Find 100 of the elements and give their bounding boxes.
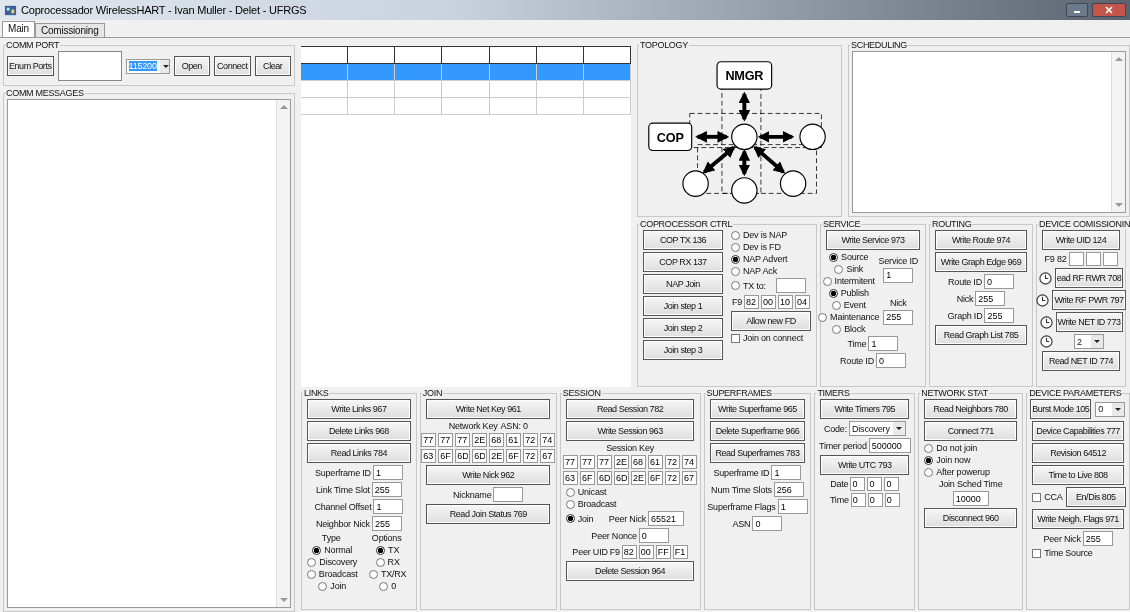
input-field[interactable]: 0	[752, 516, 783, 531]
command-button[interactable]: Read Graph List 785	[934, 325, 1028, 345]
radio-button[interactable]: RX	[373, 557, 400, 567]
input-field[interactable]	[493, 487, 524, 502]
radio-button[interactable]: Dev is NAP	[729, 230, 787, 240]
hex-field[interactable]: 77	[597, 455, 613, 469]
command-button[interactable]: Disconnect 960	[924, 508, 1018, 528]
hex-field[interactable]: 82	[621, 545, 637, 559]
hex-field[interactable]: 77	[563, 455, 579, 469]
hex-field[interactable]: 10	[778, 295, 794, 309]
input-field[interactable]: 1	[373, 499, 404, 514]
input-field[interactable]: 1	[868, 336, 899, 351]
command-button[interactable]: Enum Ports	[7, 56, 54, 76]
dropdown[interactable]: 2	[1074, 334, 1104, 349]
radio-button[interactable]: Maintenance	[816, 312, 880, 322]
scrollbar[interactable]	[1111, 52, 1125, 212]
command-button[interactable]: Write Graph Edge 969	[934, 252, 1028, 272]
dropdown[interactable]: Discovery	[849, 421, 906, 436]
tab[interactable]: Comissioning	[34, 23, 105, 37]
command-button[interactable]: Read NET ID 774	[1041, 351, 1121, 371]
command-button[interactable]: Delete Superframe 966	[709, 421, 806, 441]
checkbox[interactable]: Join on connect	[729, 333, 804, 343]
checkbox[interactable]: CCA	[1030, 492, 1063, 502]
hex-field[interactable]: 2E	[631, 471, 647, 485]
hex-field[interactable]: 2E	[472, 433, 488, 447]
radio-button[interactable]: Unicast	[563, 487, 607, 497]
hex-field[interactable]: 74	[682, 455, 698, 469]
hex-field[interactable]: 04	[795, 295, 811, 309]
hex-field[interactable]: 77	[455, 433, 471, 447]
hex-field[interactable]: 2E	[489, 449, 505, 463]
input-field[interactable]: 256	[773, 482, 804, 497]
data-grid[interactable]	[301, 46, 631, 387]
hex-field[interactable]	[1102, 252, 1118, 266]
command-button[interactable]: Write RF PWR 797	[1052, 290, 1126, 310]
hex-field[interactable]: 6D	[597, 471, 613, 485]
hex-field[interactable]: 77	[438, 433, 454, 447]
command-button[interactable]: Write UID 124	[1041, 230, 1121, 250]
command-button[interactable]: Write Route 974	[934, 230, 1028, 250]
hex-field[interactable]: 82	[744, 295, 760, 309]
hex-field[interactable]: 77	[421, 433, 437, 447]
hex-field[interactable]: 00	[638, 545, 654, 559]
command-button[interactable]: Open	[173, 56, 210, 76]
radio-button[interactable]: Do not join	[922, 443, 978, 453]
hex-field[interactable]	[1068, 252, 1084, 266]
radio-button[interactable]: Block	[830, 324, 866, 334]
command-button[interactable]: Read Session 782	[566, 399, 694, 419]
hex-field[interactable]: 72	[523, 449, 539, 463]
input-field[interactable]: 1	[372, 465, 403, 480]
hex-field[interactable]: 61	[648, 455, 664, 469]
command-button[interactable]: Write Service 973	[825, 230, 921, 250]
input-field[interactable]: 500000	[868, 438, 911, 453]
command-button[interactable]: Time to Live 808	[1032, 465, 1125, 485]
input-field[interactable]: 1	[777, 499, 808, 514]
hex-field[interactable]	[1085, 252, 1101, 266]
command-button[interactable]: Connect 771	[924, 421, 1018, 441]
command-button[interactable]: Allow new FD	[730, 311, 812, 331]
port-list[interactable]	[57, 51, 122, 81]
input-field[interactable]: 0	[875, 353, 906, 368]
input-field[interactable]: 1	[883, 267, 914, 283]
tab[interactable]: Main	[2, 21, 35, 37]
input-field[interactable]: 255	[1082, 531, 1113, 546]
hex-field[interactable]: 6D	[455, 449, 471, 463]
input-field[interactable]: 0	[983, 274, 1014, 289]
hex-field[interactable]: 6F	[506, 449, 522, 463]
command-button[interactable]: Join step 2	[642, 318, 724, 338]
input-field[interactable]: 1	[771, 465, 802, 480]
radio-button[interactable]: Event	[829, 300, 866, 310]
command-button[interactable]: Read Join Status 769	[426, 504, 551, 524]
command-button[interactable]: Read Neighbors 780	[924, 399, 1018, 419]
command-button[interactable]: Write Superframe 965	[709, 399, 806, 419]
radio-button[interactable]: TX to:	[729, 280, 766, 291]
grid-row[interactable]	[301, 98, 631, 115]
hex-field[interactable]: 67	[682, 471, 698, 485]
radio-button[interactable]: TX/RX	[366, 569, 407, 579]
input-field[interactable]: 255	[883, 309, 914, 325]
command-button[interactable]: Read Links 784	[307, 443, 411, 463]
hex-field[interactable]: 6D	[472, 449, 488, 463]
hex-field[interactable]: 67	[540, 449, 556, 463]
dropdown[interactable]: 0	[1095, 401, 1126, 417]
command-button[interactable]: Delete Session 964	[566, 561, 694, 581]
hex-field[interactable]: F1	[672, 545, 688, 559]
radio-button[interactable]: After powerup	[922, 467, 990, 477]
grid-row[interactable]	[301, 64, 631, 81]
command-button[interactable]: Write UTC 793	[820, 455, 910, 475]
command-button[interactable]: Write Links 967	[307, 399, 411, 419]
hex-field[interactable]: 6F	[580, 471, 596, 485]
command-button[interactable]: COP TX 136	[642, 230, 724, 250]
radio-button[interactable]: Join now	[922, 455, 971, 465]
radio-button[interactable]: Source	[827, 252, 869, 262]
hex-field[interactable]: 68	[631, 455, 647, 469]
input-field[interactable]: 65521	[648, 511, 685, 526]
radio-button[interactable]: Normal	[310, 545, 353, 555]
input-field[interactable]: 255	[975, 291, 1006, 306]
hex-field[interactable]: 74	[540, 433, 556, 447]
command-button[interactable]: Burst Mode 105	[1030, 399, 1092, 419]
radio-button[interactable]: Publish	[826, 288, 869, 298]
radio-button[interactable]: NAP Ack	[729, 266, 777, 276]
input-field[interactable]: 255	[371, 516, 402, 531]
hex-field[interactable]: 0	[850, 477, 866, 491]
command-button[interactable]: Write Neigh. Flags 971	[1032, 509, 1125, 529]
